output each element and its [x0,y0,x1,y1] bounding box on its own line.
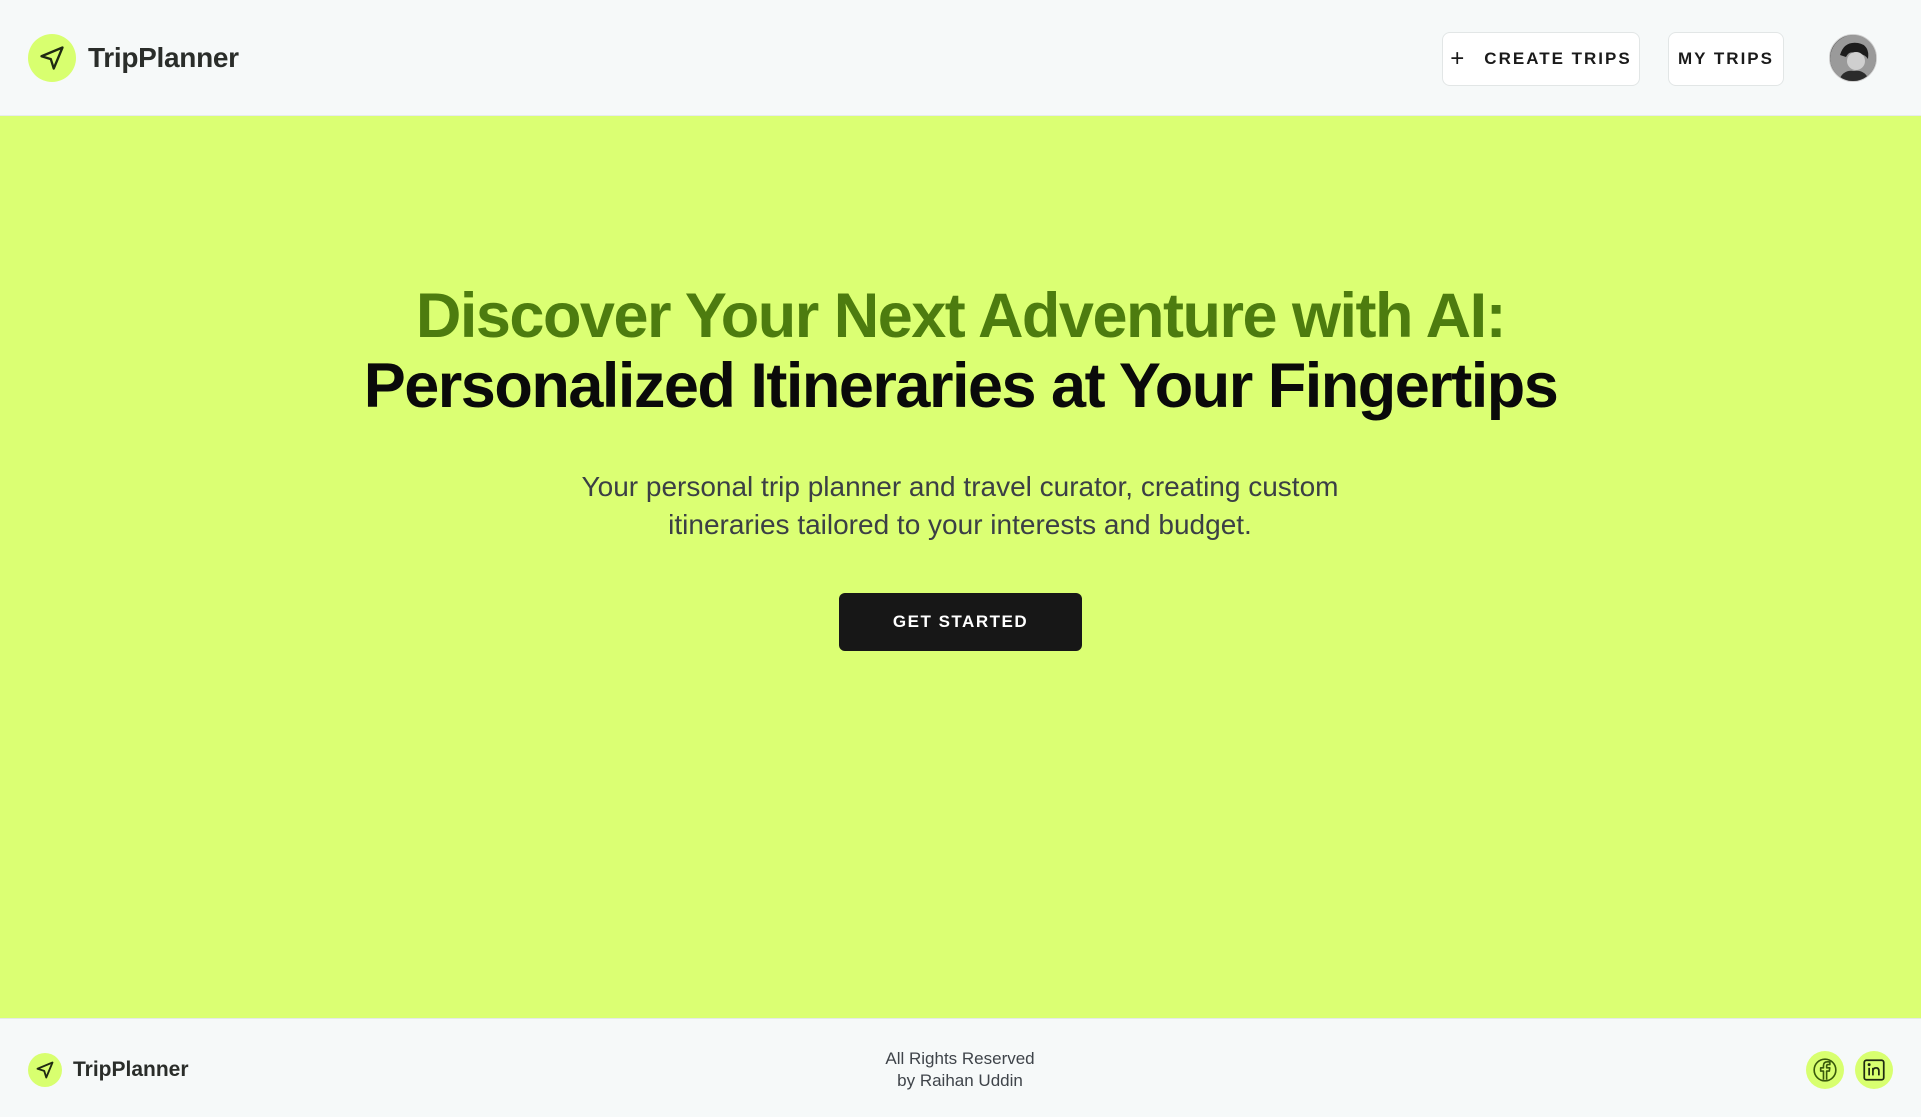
hero-section: Discover Your Next Adventure with AI: Pe… [0,116,1921,1018]
hero-subtitle-line1: Your personal trip planner and travel cu… [581,471,1339,502]
navigation-arrow-icon [28,34,76,82]
navigation-arrow-icon [28,1053,62,1087]
brand-name: TripPlanner [88,42,239,73]
facebook-icon [1812,1057,1838,1083]
my-trips-button[interactable]: MY TRIPS [1668,32,1784,86]
hero-subtitle: Your personal trip planner and travel cu… [460,468,1460,544]
user-avatar[interactable] [1829,34,1877,82]
facebook-link[interactable] [1806,1051,1844,1089]
top-navbar: TripPlanner + CREATE TRIPS MY TRIPS [0,0,1921,116]
brand-home-link[interactable]: TripPlanner [28,34,239,82]
footer-rights-line1: All Rights Reserved [885,1049,1035,1068]
footer-rights-line2: by Raihan Uddin [897,1071,1023,1090]
footer-copyright: All Rights Reserved by Raihan Uddin [760,1048,1160,1092]
my-trips-label: MY TRIPS [1678,49,1774,68]
create-trips-button[interactable]: + CREATE TRIPS [1442,32,1640,86]
linkedin-icon [1861,1057,1887,1083]
create-trips-label: CREATE TRIPS [1484,49,1632,68]
page-footer: TripPlanner All Rights Reserved by Raiha… [0,1018,1921,1117]
hero-title: Discover Your Next Adventure with AI: Pe… [0,281,1921,421]
plus-icon: + [1450,45,1465,72]
footer-brand-link[interactable]: TripPlanner [28,1053,189,1087]
get-started-button[interactable]: GET STARTED [839,593,1082,651]
hero-title-main: Personalized Itineraries at Your Fingert… [363,351,1559,421]
footer-brand-name: TripPlanner [73,1058,189,1081]
hero-title-highlight: Discover Your Next Adventure with AI: [415,281,1507,351]
hero-subtitle-line2: itineraries tailored to your interests a… [668,509,1252,540]
linkedin-link[interactable] [1855,1051,1893,1089]
